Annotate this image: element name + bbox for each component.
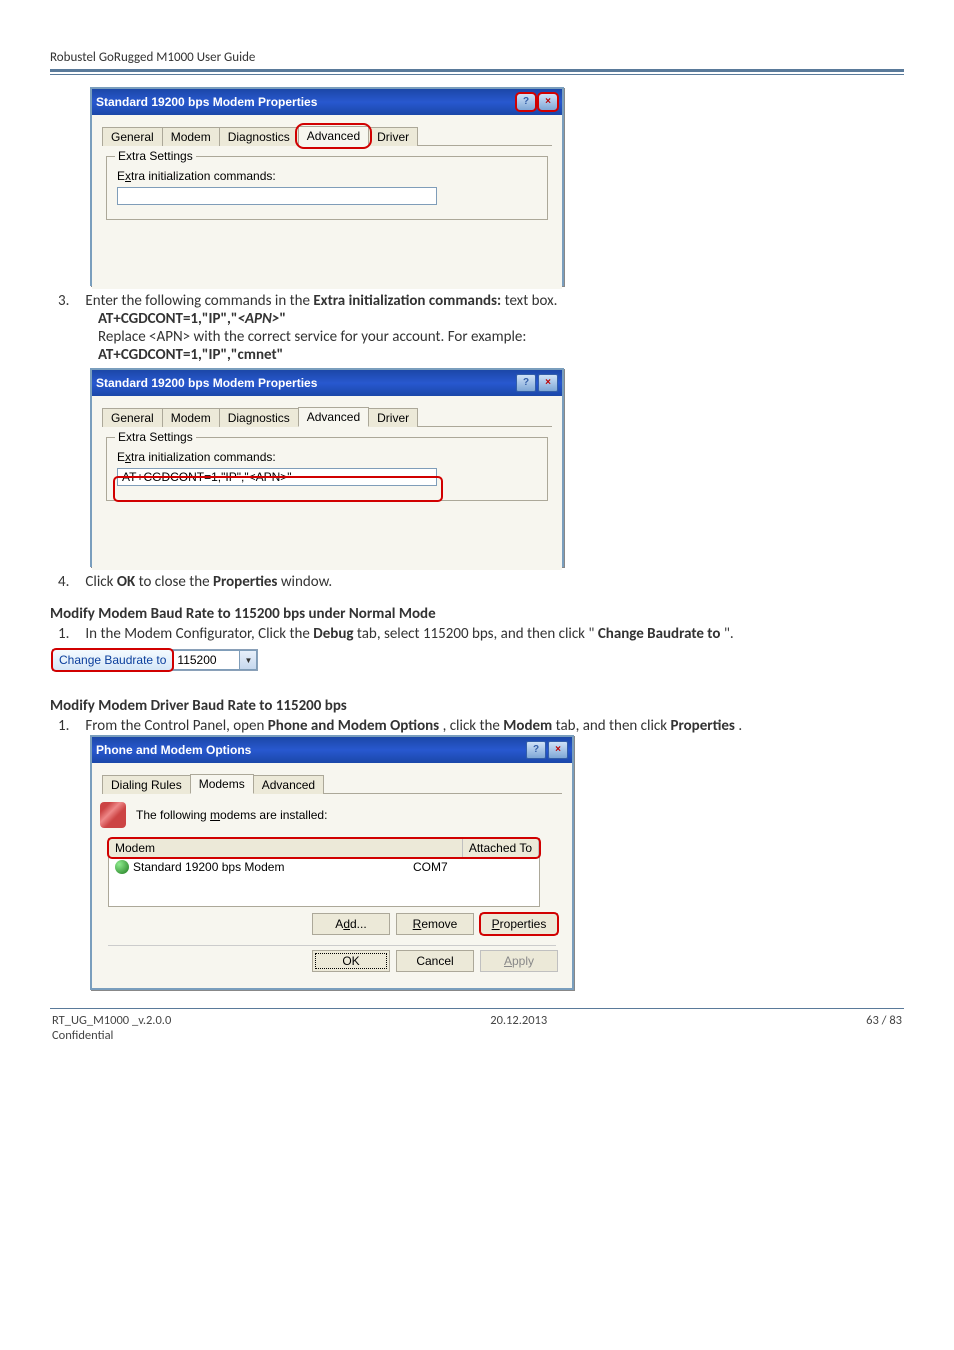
body-text: Properties [670,717,734,735]
instruction-text: The following modems are installed: [136,808,327,822]
cell-text: Standard 19200 bps Modem [133,860,284,874]
tab-modem[interactable]: Modem [162,408,220,427]
body-text: Enter the following commands in the [85,292,313,310]
list-number: 1. [58,625,82,643]
phone-modem-options-dialog: Phone and Modem Options ? × Dialing Rule… [90,735,574,990]
body-text: Extra initialization commands: [313,292,501,310]
tab-general[interactable]: General [102,127,163,146]
extra-init-input[interactable] [117,468,437,486]
tab-modem[interactable]: Modem [162,127,220,146]
body-text: Phone and Modem Options [268,717,439,735]
body-text: AT+CGDCONT=1,"IP","cmnet" [58,346,904,364]
tabstrip: General Modem Diagnostics Advanced Drive… [102,123,552,146]
help-icon[interactable]: ? [516,374,536,392]
body-text: From the Control Panel, open [85,717,267,735]
body-text: Click [85,573,116,591]
properties-button[interactable]: Properties [480,913,558,935]
tabstrip: Dialing Rules Modems Advanced [102,771,562,794]
close-icon[interactable]: × [538,93,558,111]
body-text: Properties [213,573,277,591]
divider [50,74,904,75]
extra-settings-group: Extra Settings Extra initialization comm… [106,437,548,501]
body-text: " [279,310,286,328]
tab-advanced[interactable]: Advanced [298,126,369,146]
body-text: Debug [313,625,353,643]
field-label: Extra initialization commands: [117,169,537,183]
tab-modems[interactable]: Modems [190,774,254,794]
tab-diagnostics[interactable]: Diagnostics [219,408,299,427]
chevron-down-icon[interactable]: ▼ [239,650,257,670]
tab-driver[interactable]: Driver [368,408,418,427]
modem-properties-dialog-2: Standard 19200 bps Modem Properties ? × … [90,368,564,567]
page-header: Robustel GoRugged M1000 User Guide [50,50,904,65]
modem-icon [115,860,129,874]
help-icon[interactable]: ? [516,93,536,111]
tab-advanced[interactable]: Advanced [253,775,324,794]
group-legend: Extra Settings [115,430,196,444]
phone-modem-icon [100,802,126,828]
help-icon[interactable]: ? [526,741,546,759]
cancel-button[interactable]: Cancel [396,950,474,972]
body-text: to close the [139,573,213,591]
body-text: AT+CGDCONT=1,"IP"," [98,310,237,328]
tabstrip: General Modem Diagnostics Advanced Drive… [102,404,552,427]
divider [50,69,904,72]
body-text: Modem [503,717,552,735]
body-text: tab, and then click [556,717,671,735]
body-text: ". [724,625,734,643]
divider [50,1008,904,1009]
close-icon[interactable]: × [548,741,568,759]
body-text: text box. [505,292,558,310]
add-button[interactable]: Add... [312,913,390,935]
body-text: . [738,717,742,735]
table-row[interactable]: Standard 19200 bps Modem COM7 [109,858,539,876]
close-icon[interactable]: × [538,374,558,392]
footer-doc-id: RT_UG_M1000 _v.2.0.0 [52,1013,171,1028]
remove-button[interactable]: Remove [396,913,474,935]
body-text: In the Modem Configurator, Click the [85,625,313,643]
field-label: Extra initialization commands: [117,450,537,464]
baudrate-bar: Change Baudrate to ▼ [52,649,258,671]
group-legend: Extra Settings [115,149,196,163]
tab-driver[interactable]: Driver [368,127,418,146]
modem-table: Modem Attached To Standard 19200 bps Mod… [108,838,540,907]
footer-page: 63 / 83 [866,1013,902,1043]
list-number: 3. [58,292,82,310]
footer-confidential: Confidential [52,1028,171,1043]
dialog-title: Standard 19200 bps Modem Properties [96,95,317,109]
list-number: 1. [58,717,82,735]
footer-date: 20.12.2013 [171,1013,866,1043]
body-text: Change Baudrate to [598,625,721,643]
body-text: <APN> [237,310,279,328]
section-heading: Modify Modem Driver Baud Rate to 115200 … [50,697,904,715]
col-modem[interactable]: Modem [109,839,463,857]
extra-settings-group: Extra Settings Extra initialization comm… [106,156,548,220]
body-text: tab, select 115200 bps, and then click " [357,625,595,643]
ok-button[interactable]: OK [312,950,390,972]
dialog-title: Phone and Modem Options [96,743,251,757]
cell-text: COM7 [407,858,539,876]
list-number: 4. [58,573,82,591]
tab-advanced[interactable]: Advanced [298,407,369,427]
tab-general[interactable]: General [102,408,163,427]
body-text: , click the [443,717,504,735]
change-baudrate-button[interactable]: Change Baudrate to [53,650,173,670]
dialog-title: Standard 19200 bps Modem Properties [96,376,317,390]
col-attached[interactable]: Attached To [463,839,539,857]
tab-dialing-rules[interactable]: Dialing Rules [102,775,191,794]
modem-properties-dialog: Standard 19200 bps Modem Properties ? × … [90,87,564,286]
baudrate-input[interactable] [173,650,239,670]
body-text: window. [281,573,332,591]
extra-init-input[interactable] [117,187,437,205]
apply-button[interactable]: Apply [480,950,558,972]
section-heading: Modify Modem Baud Rate to 115200 bps und… [50,605,904,623]
body-text: OK [117,573,135,591]
tab-diagnostics[interactable]: Diagnostics [219,127,299,146]
body-text: Replace <APN> with the correct service f… [58,328,904,346]
